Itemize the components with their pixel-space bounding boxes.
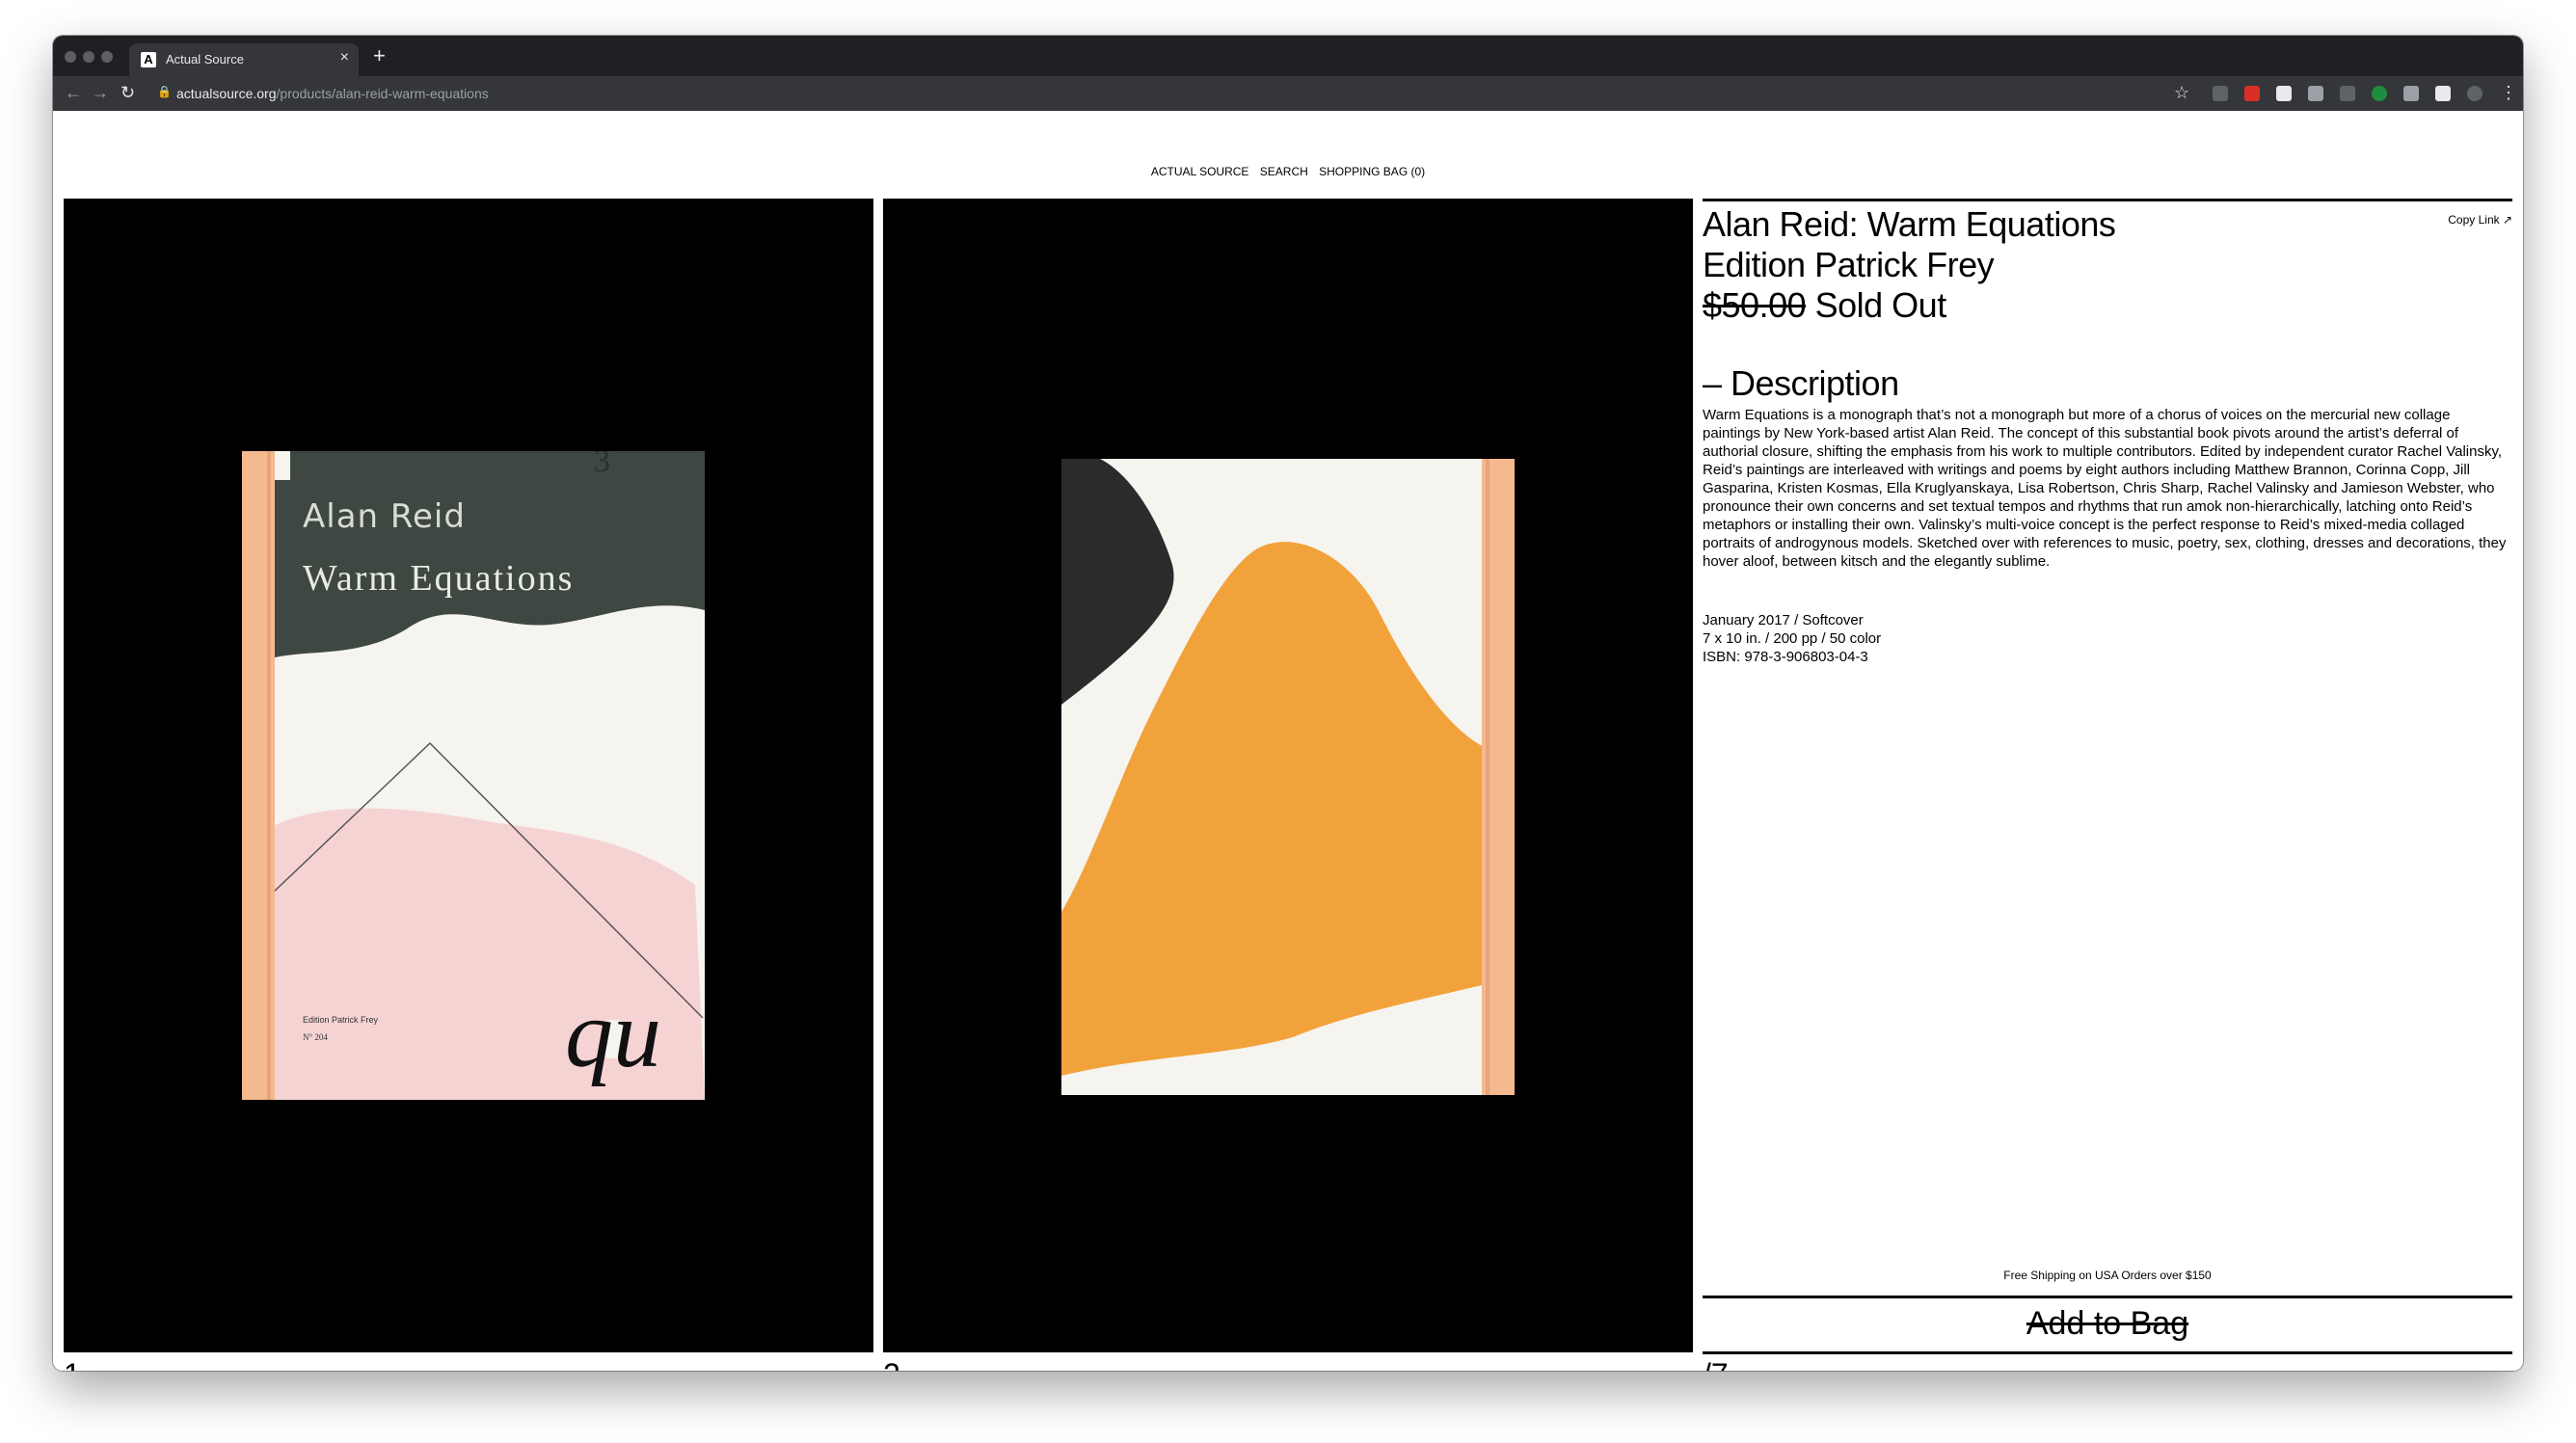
meta-isbn: ISBN: 978-3-906803-04-3 (1703, 649, 1868, 665)
product-image-2[interactable] (883, 199, 1693, 1352)
product-description: Warm Equations is a monograph that’s not… (1703, 407, 2507, 570)
cover-author: Alan Reid (303, 497, 466, 536)
browser-tab[interactable]: A Actual Source × (129, 43, 359, 76)
bookmark-star-icon[interactable]: ☆ (2174, 83, 2189, 103)
tab-bar: A Actual Source × + (53, 36, 2523, 76)
extension-info-icon[interactable] (2213, 86, 2228, 101)
reload-icon[interactable]: ↻ (121, 83, 135, 103)
description-toggle[interactable]: – Description (1703, 363, 1899, 404)
top-rule (1703, 199, 2512, 201)
browser-window: A Actual Source × + ← → ↻ 🔒 actualsource… (53, 36, 2523, 1371)
product-title: Alan Reid: Warm Equations (1703, 204, 2116, 244)
extension-more-icon[interactable] (2340, 86, 2355, 101)
add-to-bag-button[interactable]: Add to Bag (1703, 1299, 2512, 1352)
product-price: $50.00 (1703, 285, 1807, 325)
lock-icon: 🔒 (157, 85, 172, 98)
meta-date: January 2017 / Softcover (1703, 612, 1864, 628)
image-number-1: 1 (64, 1357, 81, 1371)
cover-corner-digit: 3 (594, 451, 610, 479)
close-window-dot[interactable] (65, 51, 76, 63)
nav-shopping-bag-link[interactable]: SHOPPING BAG (0) (1319, 165, 1425, 178)
sold-out-status: Sold Out (1814, 285, 1947, 325)
product-image-1[interactable]: 3 Alan Reid Warm Equations Edition Patri… (64, 199, 873, 1352)
extensions-puzzle-icon[interactable] (2435, 86, 2451, 101)
forward-icon[interactable]: → (92, 83, 109, 103)
maximize-window-dot[interactable] (101, 51, 113, 63)
image-number-2: 2 (883, 1357, 900, 1371)
page-content: ACTUAL SOURCE SEARCH SHOPPING BAG (0) 3 … (53, 111, 2523, 1371)
product-info-panel: Alan Reid: Warm Equations Copy Link ↗ Ed… (1703, 199, 2512, 1371)
nav-search-link[interactable]: SEARCH (1260, 165, 1308, 178)
price-line: $50.00 Sold Out (1703, 285, 1946, 326)
site-top-nav: ACTUAL SOURCE SEARCH SHOPPING BAG (0) (53, 165, 2523, 178)
url-domain: actualsource.org (176, 86, 277, 101)
nav-home-link[interactable]: ACTUAL SOURCE (1151, 165, 1249, 178)
url-path: /products/alan-reid-warm-equations (276, 86, 489, 101)
cover-title: Warm Equations (303, 558, 575, 599)
bag-bottom-rule (1703, 1351, 2512, 1354)
new-tab-button[interactable]: + (373, 43, 386, 68)
url-text: actualsource.org/products/alan-reid-warm… (176, 86, 489, 101)
cover-publisher: Edition Patrick Frey (303, 1015, 379, 1025)
image-total: /7 (1703, 1357, 1729, 1371)
shipping-note: Free Shipping on USA Orders over $150 (2003, 1269, 2212, 1282)
cover-number: N° 204 (303, 1032, 328, 1042)
product-publisher: Edition Patrick Frey (1703, 245, 1995, 284)
book-cover-front: 3 Alan Reid Warm Equations Edition Patri… (242, 451, 705, 1100)
product-meta: January 2017 / Softcover 7 x 10 in. / 20… (1703, 611, 1881, 666)
browser-toolbar: ← → ↻ 🔒 actualsource.org/products/alan-r… (53, 76, 2523, 111)
extension-password-icon[interactable] (2276, 86, 2292, 101)
browser-menu-icon[interactable]: ⋮ (2500, 83, 2517, 103)
back-icon[interactable]: ← (65, 83, 82, 103)
site-favicon-icon: A (141, 52, 156, 67)
address-bar[interactable]: 🔒 actualsource.org/products/alan-reid-wa… (157, 81, 2201, 106)
book-back-art (1061, 459, 1515, 1095)
book-cover-back (1061, 459, 1515, 1095)
extension-grammar-icon[interactable] (2372, 86, 2387, 101)
copy-link-button[interactable]: Copy Link ↗ (2448, 213, 2512, 227)
bag-top-rule (1703, 1296, 2512, 1298)
tab-title: Actual Source (166, 52, 244, 67)
extension-adblock-icon[interactable] (2244, 86, 2260, 101)
cover-mark: qu (565, 980, 661, 1087)
meta-size: 7 x 10 in. / 200 pp / 50 color (1703, 630, 1882, 647)
profile-avatar[interactable] (2467, 86, 2482, 101)
close-tab-icon[interactable]: × (340, 49, 349, 67)
extension-layers-icon[interactable] (2403, 86, 2419, 101)
extension-pocket-icon[interactable] (2308, 86, 2323, 101)
minimize-window-dot[interactable] (83, 51, 94, 63)
